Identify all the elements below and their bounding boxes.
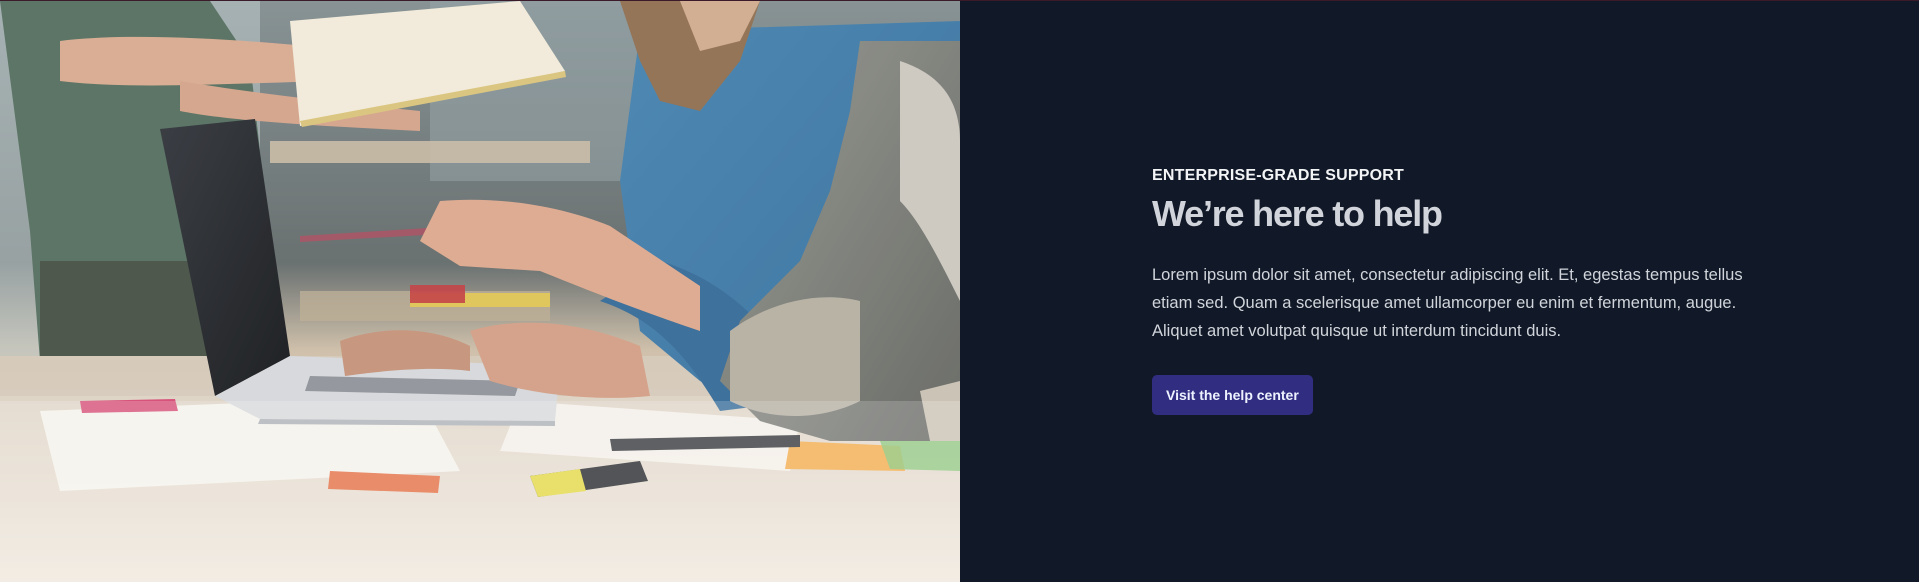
team-working-photo	[0, 1, 960, 582]
support-section: ENTERPRISE-GRADE SUPPORT We’re here to h…	[0, 0, 1919, 582]
support-title: We’re here to help	[1152, 193, 1443, 234]
visit-help-center-button[interactable]: Visit the help center	[1152, 375, 1313, 415]
support-eyebrow: ENTERPRISE-GRADE SUPPORT	[1152, 167, 1404, 184]
support-description: Lorem ipsum dolor sit amet, consectetur …	[1152, 266, 1743, 340]
support-content: ENTERPRISE-GRADE SUPPORT We’re here to h…	[1152, 167, 1752, 415]
